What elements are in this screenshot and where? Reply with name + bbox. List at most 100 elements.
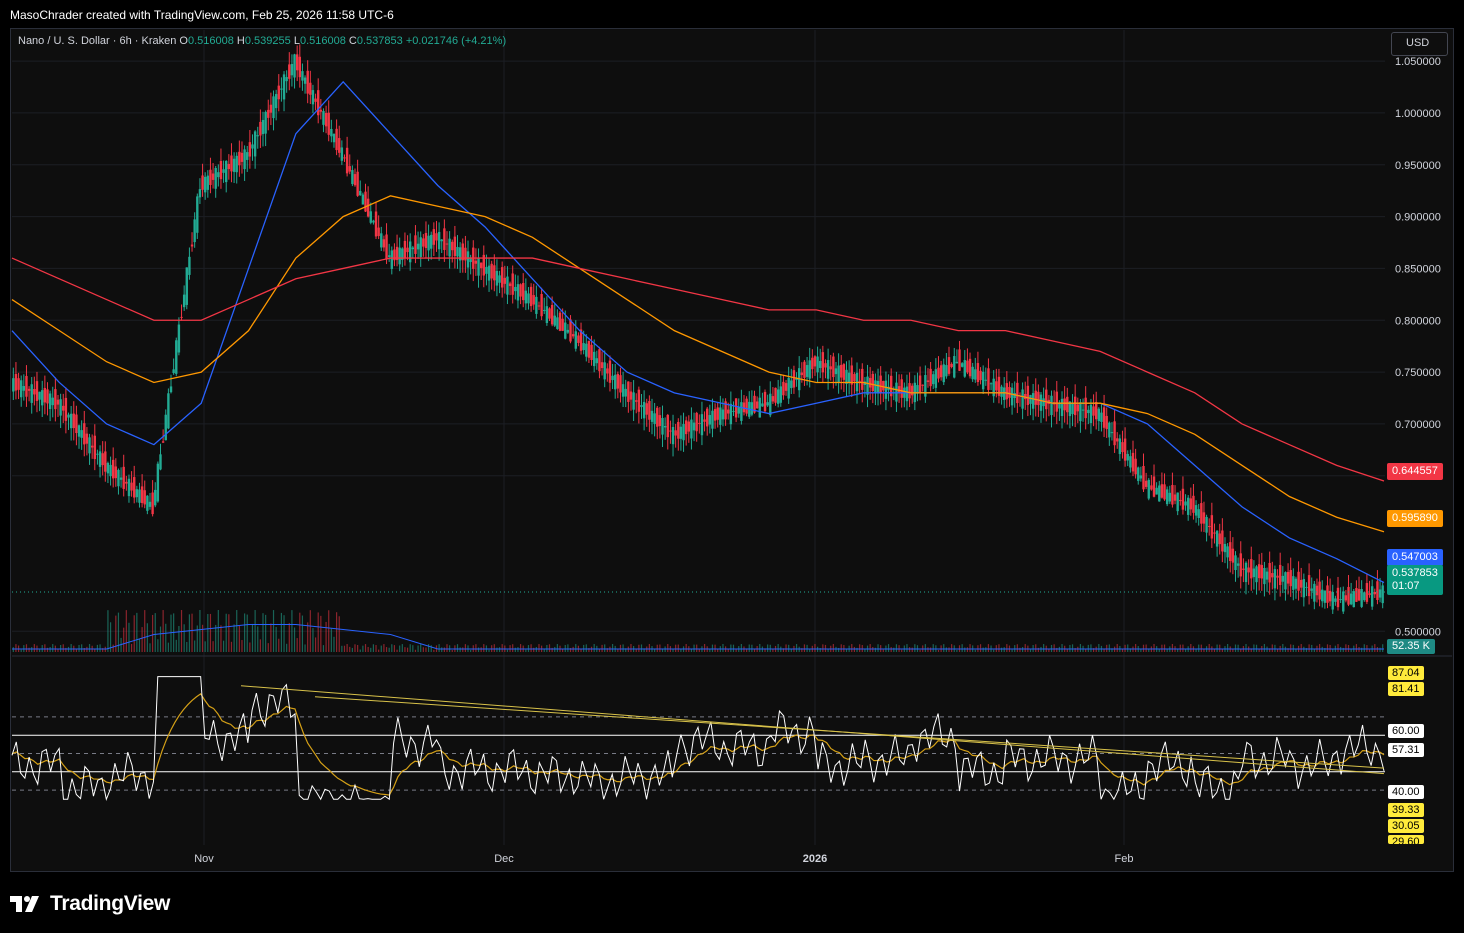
volume-bar: [456, 644, 459, 652]
volume-bar: [414, 649, 417, 652]
symbol-name[interactable]: Nano / U. S. Dollar · 6h · Kraken: [18, 35, 176, 47]
candle-body: [303, 77, 307, 84]
volume-bar: [354, 644, 356, 652]
candle-body: [663, 425, 667, 428]
rsi-yellow-low-tag-2: 30.05: [1388, 819, 1424, 833]
volume-bar: [427, 644, 430, 652]
volume-bar: [246, 614, 248, 652]
volume-bar: [1061, 644, 1063, 652]
candle-body: [1265, 571, 1269, 580]
volume-bar: [1263, 644, 1266, 652]
volume-bar: [412, 645, 414, 652]
candle-body: [829, 366, 832, 370]
candle-body: [1137, 467, 1140, 481]
candle-body: [553, 315, 556, 326]
candle-body: [1368, 593, 1371, 596]
volume-bar: [272, 610, 275, 652]
candle-body: [243, 149, 246, 170]
candle-body: [1097, 408, 1101, 422]
volume-bar: [470, 649, 472, 652]
volume-bar: [346, 644, 348, 652]
tradingview-watermark[interactable]: TradingView: [10, 890, 170, 918]
candle-body: [939, 365, 943, 378]
volume-bar: [677, 644, 679, 652]
candle-body: [950, 363, 953, 367]
candle-body: [1244, 562, 1248, 583]
volume-bar: [88, 644, 91, 652]
candle-body: [587, 340, 591, 358]
volume-bar: [703, 644, 706, 652]
candle-body: [876, 381, 880, 394]
volume-bar: [951, 644, 953, 652]
candle-body: [1202, 512, 1206, 524]
candle-body: [813, 356, 817, 367]
volume-bar: [336, 612, 338, 652]
volume-bar: [341, 645, 343, 652]
candle-body: [167, 393, 170, 429]
candle-body: [1236, 563, 1240, 566]
volume-bar: [843, 644, 845, 652]
candle-body: [408, 241, 412, 263]
volume-bar: [1350, 649, 1352, 652]
volume-bar: [393, 645, 396, 652]
currency-button[interactable]: USD: [1391, 32, 1448, 56]
candle-body: [390, 250, 393, 269]
ma-orange-line: [11, 195, 1385, 533]
candle-body: [143, 490, 146, 505]
candle-body: [1352, 591, 1355, 608]
candle-body: [592, 351, 596, 367]
candle-body: [193, 219, 196, 243]
candle-body: [803, 361, 806, 378]
volume-bar: [1103, 649, 1105, 652]
candle-body: [1276, 575, 1279, 578]
candle-body: [203, 176, 207, 193]
candle-body: [93, 435, 96, 460]
candle-body: [314, 98, 317, 102]
high-label: H: [236, 35, 245, 47]
tradingview-wordmark: TradingView: [50, 892, 171, 915]
candle-body: [529, 286, 533, 307]
candle-body: [645, 403, 648, 415]
candle-body: [175, 340, 178, 374]
candle-body: [845, 369, 848, 384]
volume-bar: [422, 647, 424, 652]
volume-bar: [501, 644, 503, 652]
candle-body: [498, 275, 501, 283]
candle-body: [1110, 432, 1114, 434]
volume-bar: [1000, 647, 1003, 652]
candle-body: [874, 380, 877, 393]
volume-bar: [924, 644, 926, 652]
candle-body: [198, 189, 202, 198]
volume-bar: [1219, 644, 1221, 652]
change-value: +0.021746 (+4.21%): [405, 35, 507, 47]
volume-bar: [194, 640, 196, 652]
volume-bar: [769, 644, 771, 652]
volume-bar: [640, 644, 643, 652]
candle-body: [1336, 587, 1340, 608]
candle-body: [532, 295, 535, 305]
volume-bar: [1024, 644, 1026, 652]
volume-bar: [167, 642, 169, 652]
volume-bar: [278, 638, 280, 652]
volume-bar: [396, 649, 398, 652]
volume-bar: [409, 644, 411, 652]
volume-bar: [548, 644, 551, 652]
candle-body: [12, 378, 15, 392]
volume-bar: [280, 612, 283, 652]
volume-bar: [790, 649, 792, 652]
chart-canvas[interactable]: 1.050000 1.000000 0.950000 0.900000 0.850000…: [0, 0, 1464, 933]
candle-body: [1381, 585, 1384, 604]
volume-bar: [1142, 644, 1145, 652]
candle-body: [1192, 495, 1195, 513]
volume-bar: [895, 644, 898, 652]
volume-bar: [785, 644, 787, 652]
volume-bar: [809, 649, 811, 652]
candle-body: [340, 147, 344, 161]
volume-bar: [293, 627, 296, 652]
volume-bar: [514, 647, 516, 652]
open-label: O: [179, 35, 188, 47]
volume-bar: [1313, 649, 1315, 652]
volume-bar: [979, 644, 982, 652]
candle-body: [819, 360, 822, 368]
volume-bar: [299, 612, 301, 652]
